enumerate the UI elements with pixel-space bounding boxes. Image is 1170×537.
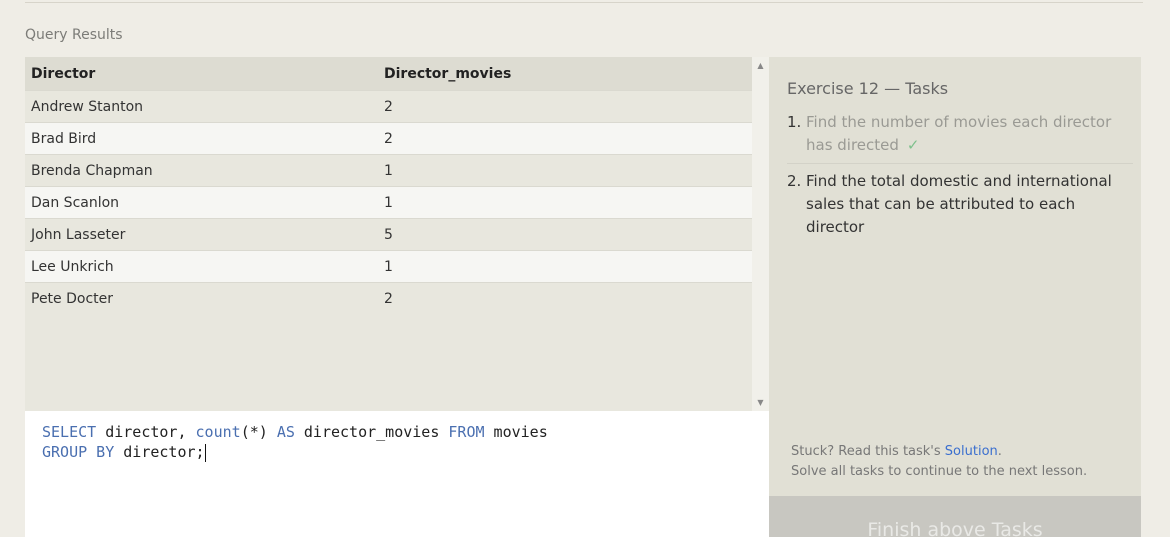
task-list: 1. Find the number of movies each direct… <box>787 111 1133 245</box>
sql-text: director; <box>114 443 205 461</box>
cell-director: Dan Scanlon <box>25 186 378 219</box>
table-row: Brad Bird 2 <box>25 122 752 155</box>
cell-count: 2 <box>378 122 752 155</box>
sql-text: movies <box>484 423 548 441</box>
sql-keyword: count <box>195 423 241 441</box>
solution-link[interactable]: Solution <box>945 444 998 459</box>
results-table: Director Director_movies Andrew Stanton … <box>25 57 752 314</box>
cell-count: 1 <box>378 186 752 219</box>
cell-director: Andrew Stanton <box>25 90 378 123</box>
sql-keyword: AS <box>276 423 295 441</box>
table-row: Lee Unkrich 1 <box>25 250 752 283</box>
table-row: Pete Docter 2 <box>25 282 752 314</box>
table-row: Brenda Chapman 1 <box>25 154 752 187</box>
task-item: 2. Find the total domestic and internati… <box>787 163 1133 245</box>
scroll-down-icon[interactable]: ▼ <box>752 398 769 407</box>
column-header-director-movies: Director_movies <box>378 57 752 91</box>
task-number: 1. <box>787 113 802 131</box>
text-cursor <box>204 443 206 462</box>
cell-director: John Lasseter <box>25 218 378 251</box>
cell-director: Pete Docter <box>25 282 378 314</box>
sql-text: (*) <box>240 423 277 441</box>
hint-line-1: Stuck? Read this task's Solution. <box>791 442 1087 462</box>
hint-prefix: Stuck? Read this task's <box>791 444 945 459</box>
table-row: Dan Scanlon 1 <box>25 186 752 219</box>
results-scrollbar[interactable]: ▲ ▼ <box>752 57 769 411</box>
hint-text: Stuck? Read this task's Solution. Solve … <box>791 442 1087 482</box>
cell-count: 1 <box>378 250 752 283</box>
task-description: Find the number of movies each director … <box>806 113 1112 154</box>
table-header-row: Director Director_movies <box>25 57 752 91</box>
sql-keyword: SELECT <box>42 423 97 441</box>
cell-count: 2 <box>378 90 752 123</box>
tasks-panel: Exercise 12 — Tasks 1. Find the number o… <box>769 57 1141 496</box>
sql-keyword: FROM <box>448 423 485 441</box>
sql-text: director, <box>96 423 196 441</box>
sql-keyword: GROUP BY <box>42 443 115 461</box>
task-text: Find the number of movies each director … <box>806 111 1133 157</box>
cell-count: 1 <box>378 154 752 187</box>
exercise-title: Exercise 12 — Tasks <box>787 79 949 98</box>
cell-director: Brad Bird <box>25 122 378 155</box>
sql-code[interactable]: SELECT director, count(*) AS director_mo… <box>42 422 548 462</box>
scroll-up-icon[interactable]: ▲ <box>752 61 769 70</box>
task-number: 2. <box>787 172 802 190</box>
checkmark-icon: ✓ <box>906 136 920 154</box>
top-divider <box>25 0 1143 3</box>
table-row: John Lasseter 5 <box>25 218 752 251</box>
task-description: Find the total domestic and internationa… <box>806 172 1112 236</box>
hint-line-2: Solve all tasks to continue to the next … <box>791 464 1088 479</box>
cell-director: Lee Unkrich <box>25 250 378 283</box>
sql-text: director_movies <box>294 423 449 441</box>
task-item: 1. Find the number of movies each direct… <box>787 111 1133 163</box>
cell-count: 5 <box>378 218 752 251</box>
sql-editor[interactable]: SELECT director, count(*) AS director_mo… <box>25 411 769 537</box>
hint-suffix: . <box>997 444 1002 459</box>
table-row: Andrew Stanton 2 <box>25 90 752 123</box>
query-results-panel: Director Director_movies Andrew Stanton … <box>25 57 752 411</box>
section-title: Query Results <box>25 27 123 43</box>
cell-count: 2 <box>378 282 752 314</box>
cell-director: Brenda Chapman <box>25 154 378 187</box>
column-header-director: Director <box>25 57 378 91</box>
finish-tasks-button[interactable]: Finish above Tasks <box>769 496 1141 537</box>
